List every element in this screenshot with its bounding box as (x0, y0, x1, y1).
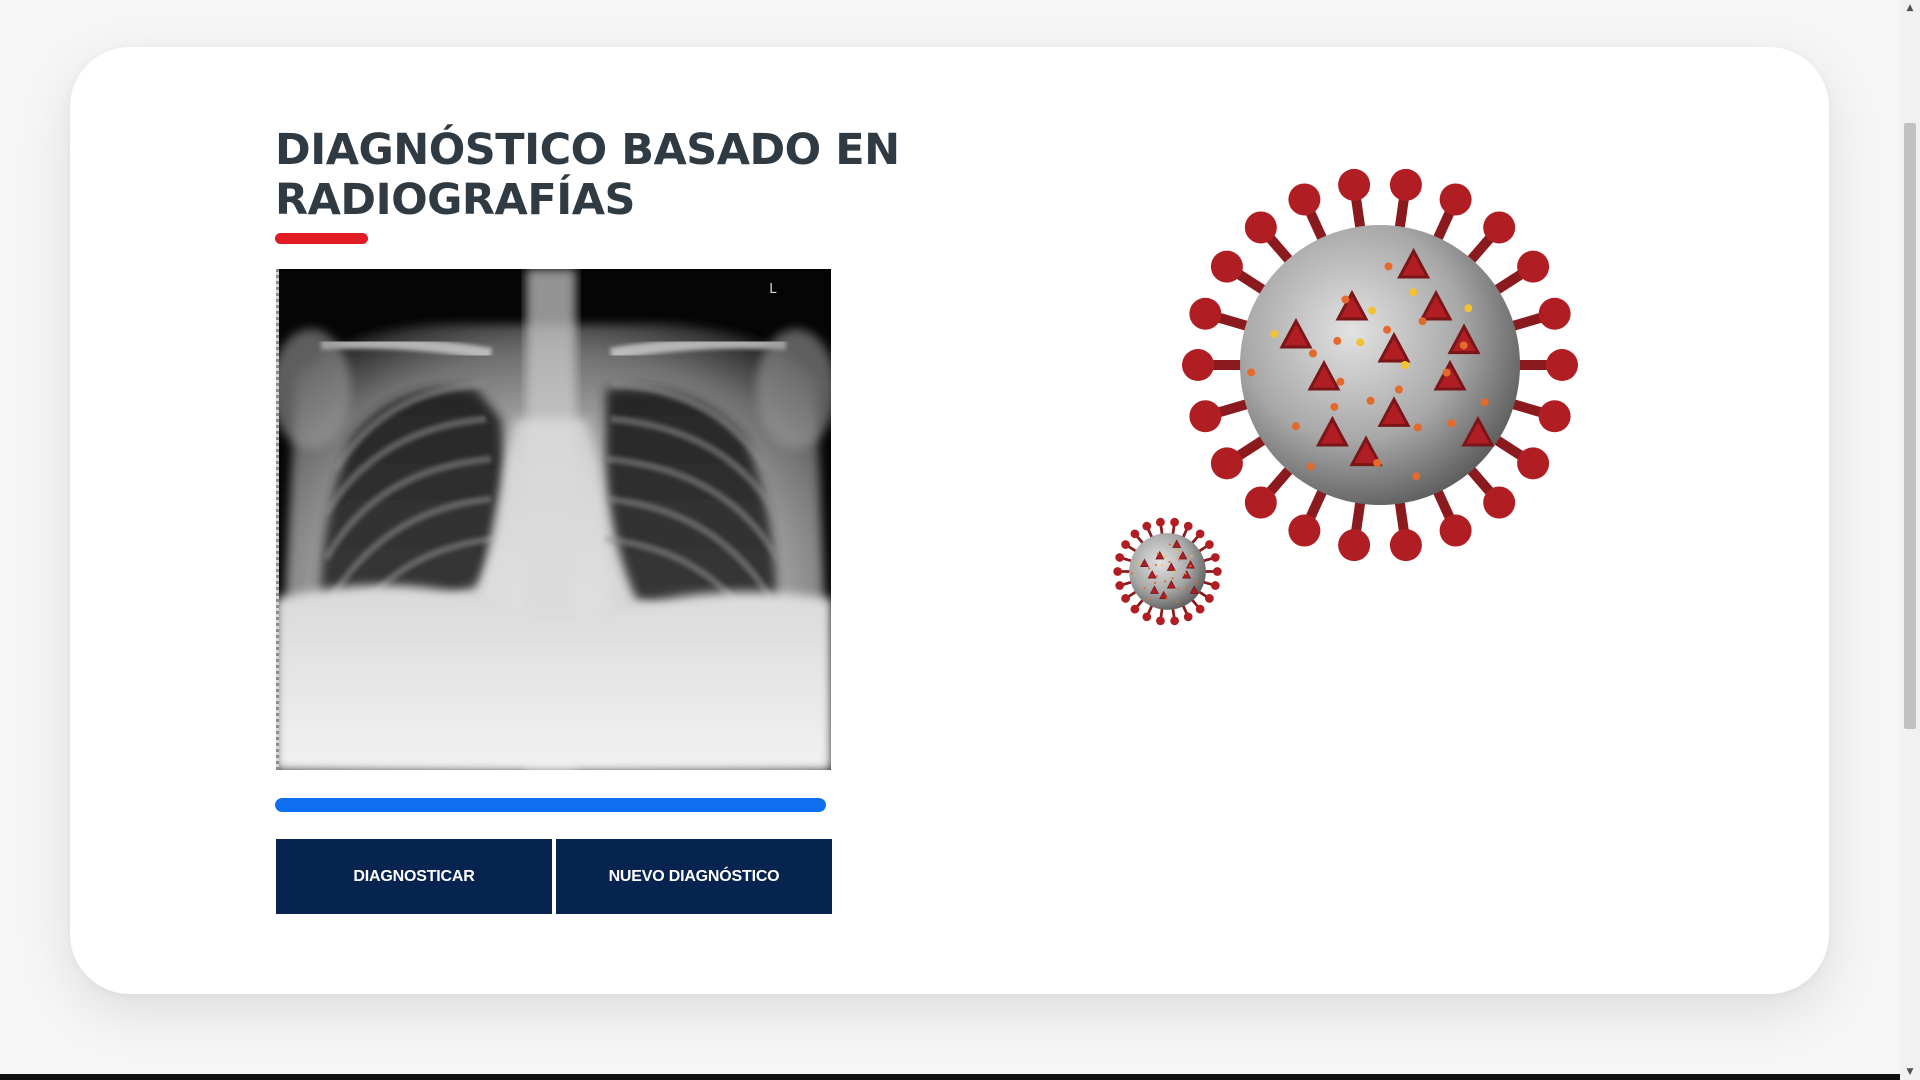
scroll-thumb[interactable] (1904, 123, 1916, 729)
xray-side-marker: L (769, 282, 777, 297)
title-underline (275, 233, 368, 244)
page: DIAGNÓSTICO BASADO EN RADIOGRAFÍAS L DIA… (0, 0, 1900, 1080)
diagnosis-progress-bar (275, 798, 826, 812)
coronavirus-large-illustration (1182, 168, 1578, 562)
scroll-down-icon[interactable]: ▼ (1900, 1064, 1920, 1080)
page-scrollbar[interactable]: ▲ ▼ (1900, 0, 1920, 1080)
diagnose-button[interactable]: DIAGNOSTICAR (276, 839, 552, 914)
footer-edge (0, 1074, 1900, 1080)
chest-xray-image (276, 269, 831, 770)
new-diagnosis-button[interactable]: NUEVO DIAGNÓSTICO (556, 839, 832, 914)
page-title: DIAGNÓSTICO BASADO EN RADIOGRAFÍAS (275, 125, 900, 225)
progress-fill (275, 798, 826, 812)
coronavirus-small-illustration (1113, 517, 1222, 626)
xray-edge (276, 269, 279, 770)
scroll-up-icon[interactable]: ▲ (1900, 0, 1920, 16)
